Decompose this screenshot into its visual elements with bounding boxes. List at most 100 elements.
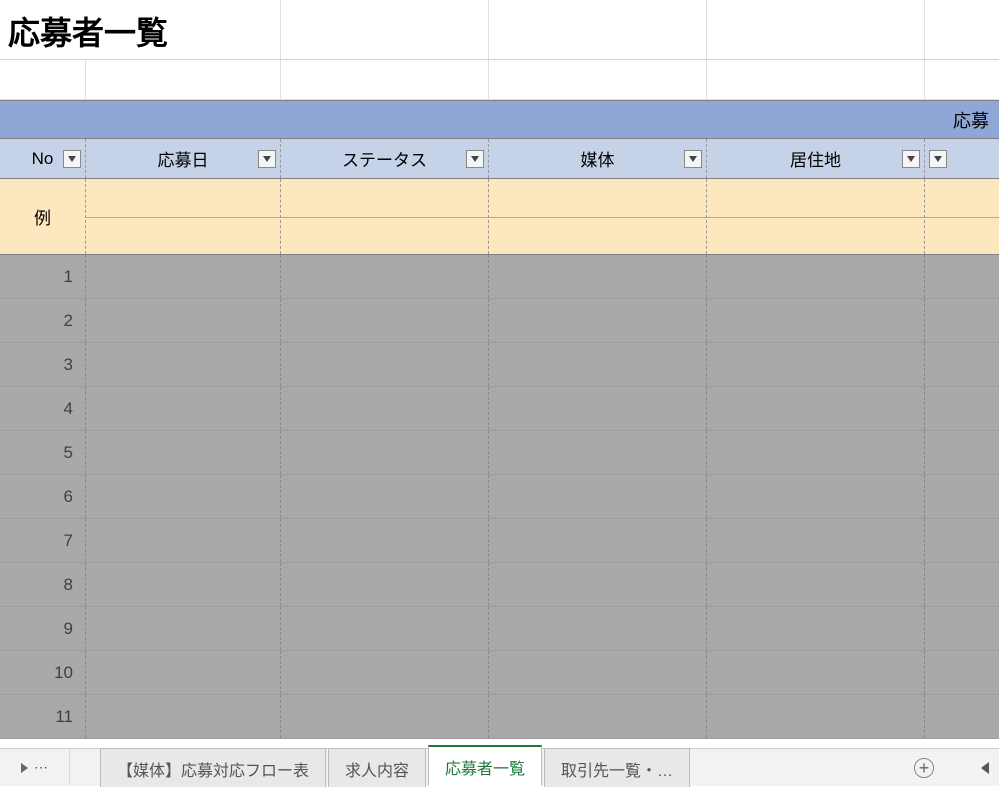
row-number-cell[interactable]: 11 [0,695,86,738]
data-cell[interactable] [86,475,281,518]
table-row[interactable]: 8 [0,563,999,607]
filter-button-media[interactable] [684,150,702,168]
data-cell[interactable] [707,695,925,738]
data-cell[interactable] [281,607,489,650]
data-cell[interactable] [707,343,925,386]
row-number-cell[interactable]: 8 [0,563,86,606]
data-cell[interactable] [925,695,999,738]
table-row[interactable]: 7 [0,519,999,563]
data-cell[interactable] [489,607,707,650]
row-number-cell[interactable]: 1 [0,255,86,298]
data-cell[interactable] [489,563,707,606]
data-cell[interactable] [281,651,489,694]
col-header-extra[interactable] [925,139,999,178]
data-cell[interactable] [925,431,999,474]
tab-nav[interactable]: ⋯ [0,749,70,786]
sheet-tab[interactable]: 取引先一覧・… [544,748,690,787]
data-cell[interactable] [281,387,489,430]
data-cell[interactable] [86,255,281,298]
data-cell[interactable] [281,475,489,518]
row-number-cell[interactable]: 2 [0,299,86,342]
data-cell[interactable] [707,651,925,694]
data-cell[interactable] [489,255,707,298]
row-number-cell[interactable]: 6 [0,475,86,518]
data-cell[interactable] [707,387,925,430]
example-cell[interactable] [281,179,489,254]
data-cell[interactable] [489,519,707,562]
table-row[interactable]: 11 [0,695,999,739]
data-cell[interactable] [489,387,707,430]
data-cell[interactable] [707,255,925,298]
hscroll-left-button[interactable] [939,749,999,786]
data-cell[interactable] [489,343,707,386]
data-cell[interactable] [707,431,925,474]
table-row[interactable]: 5 [0,431,999,475]
filter-button-residence[interactable] [902,150,920,168]
data-cell[interactable] [925,475,999,518]
data-cell[interactable] [925,607,999,650]
example-no-cell[interactable]: 例 [0,179,86,254]
data-cell[interactable] [925,651,999,694]
filter-button-extra[interactable] [929,150,947,168]
data-cell[interactable] [86,563,281,606]
example-cell[interactable] [489,179,707,254]
data-cell[interactable] [281,519,489,562]
data-cell[interactable] [707,475,925,518]
data-cell[interactable] [707,299,925,342]
data-cell[interactable] [925,563,999,606]
data-cell[interactable] [707,607,925,650]
table-row[interactable]: 2 [0,299,999,343]
example-row[interactable]: 例 [0,179,999,255]
data-cell[interactable] [281,563,489,606]
data-cell[interactable] [86,519,281,562]
data-cell[interactable] [281,299,489,342]
data-cell[interactable] [925,299,999,342]
col-header-no[interactable]: No [0,139,86,178]
row-number-cell[interactable]: 4 [0,387,86,430]
filter-button-no[interactable] [63,150,81,168]
data-cell[interactable] [489,299,707,342]
row-number-cell[interactable]: 9 [0,607,86,650]
row-number-cell[interactable]: 7 [0,519,86,562]
data-cell[interactable] [86,387,281,430]
data-cell[interactable] [86,695,281,738]
col-header-date[interactable]: 応募日 [86,139,281,178]
col-header-status[interactable]: ステータス [281,139,489,178]
filter-button-date[interactable] [258,150,276,168]
sheet-tab[interactable]: 応募者一覧 [428,745,542,786]
table-row[interactable]: 10 [0,651,999,695]
table-row[interactable]: 1 [0,255,999,299]
table-row[interactable]: 6 [0,475,999,519]
example-cell[interactable] [707,179,925,254]
data-cell[interactable] [925,255,999,298]
filter-button-status[interactable] [466,150,484,168]
example-cell[interactable] [86,179,281,254]
example-cell[interactable] [925,179,999,254]
table-row[interactable]: 3 [0,343,999,387]
data-cell[interactable] [489,431,707,474]
row-number-cell[interactable]: 5 [0,431,86,474]
data-cell[interactable] [281,255,489,298]
sheet-tab[interactable]: 求人内容 [328,748,426,787]
data-cell[interactable] [86,343,281,386]
row-number-cell[interactable]: 10 [0,651,86,694]
data-cell[interactable] [707,519,925,562]
data-cell[interactable] [281,695,489,738]
data-cell[interactable] [489,695,707,738]
data-cell[interactable] [86,431,281,474]
add-sheet-button[interactable]: + [909,749,939,786]
data-cell[interactable] [281,343,489,386]
table-row[interactable]: 4 [0,387,999,431]
data-cell[interactable] [925,519,999,562]
col-header-media[interactable]: 媒体 [489,139,707,178]
data-cell[interactable] [707,563,925,606]
data-cell[interactable] [86,651,281,694]
sheet-tab[interactable]: 【媒体】応募対応フロー表 [100,748,326,787]
data-cell[interactable] [86,607,281,650]
col-header-residence[interactable]: 居住地 [707,139,925,178]
row-number-cell[interactable]: 3 [0,343,86,386]
data-cell[interactable] [281,431,489,474]
data-cell[interactable] [925,387,999,430]
data-cell[interactable] [86,299,281,342]
data-cell[interactable] [489,651,707,694]
